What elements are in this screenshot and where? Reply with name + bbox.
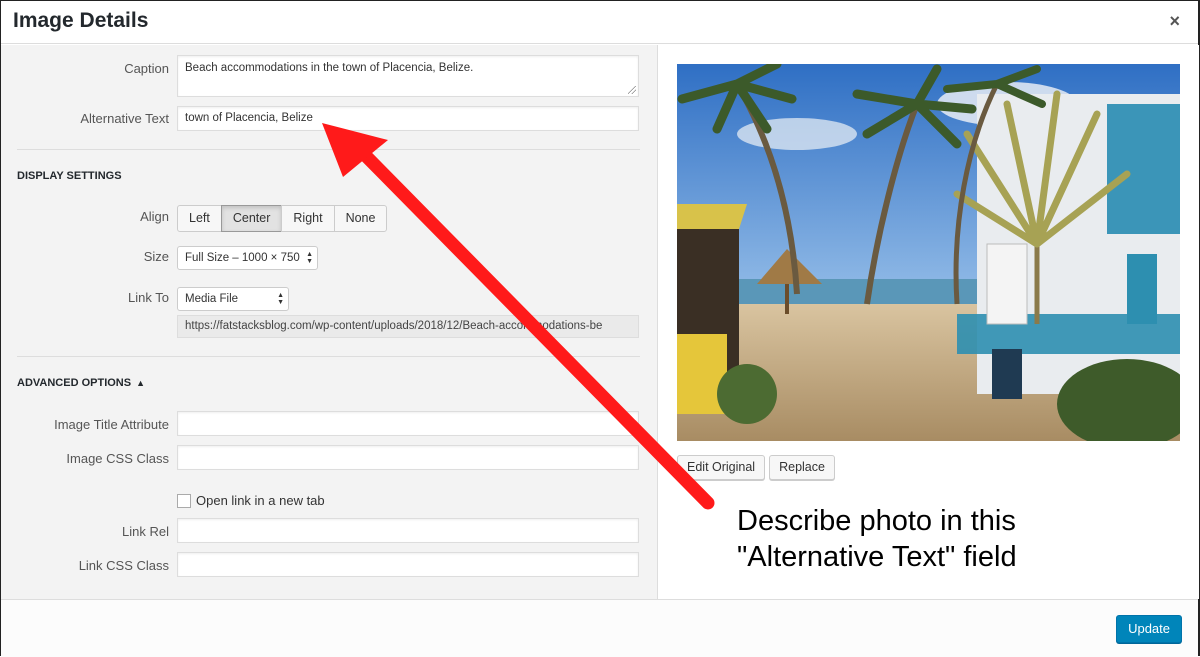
align-center-button[interactable]: Center bbox=[220, 205, 283, 232]
link-to-value: Media File bbox=[185, 293, 239, 305]
divider bbox=[17, 356, 640, 357]
divider bbox=[17, 149, 640, 150]
open-new-tab-checkbox[interactable] bbox=[177, 493, 191, 508]
edit-original-button[interactable]: Edit Original bbox=[677, 455, 766, 480]
align-left-button[interactable]: Left bbox=[177, 205, 222, 232]
image-title-attribute-label: Image Title Attribute bbox=[54, 417, 169, 432]
advanced-options-heading: ADVANCED OPTIONS bbox=[17, 377, 132, 389]
image-preview bbox=[677, 64, 1180, 441]
caption-value: Beach accommodations in the town of Plac… bbox=[185, 62, 474, 74]
alt-text-label: Alternative Text bbox=[80, 111, 169, 126]
annotation-text: Describe photo in this "Alternative Text… bbox=[737, 503, 1017, 575]
align-none-button[interactable]: None bbox=[333, 205, 388, 232]
link-rel-field[interactable] bbox=[177, 518, 639, 543]
open-new-tab-row: Open link in a new tab bbox=[177, 493, 325, 508]
image-actions: Edit Original Replace bbox=[677, 455, 835, 480]
size-label: Size bbox=[143, 249, 169, 264]
open-new-tab-label[interactable]: Open link in a new tab bbox=[196, 493, 325, 508]
link-url-field[interactable]: https://fatstacksblog.com/wp-content/upl… bbox=[177, 315, 639, 338]
link-url-value: https://fatstacksblog.com/wp-content/upl… bbox=[185, 320, 603, 332]
alt-text-value: town of Placencia, Belize bbox=[185, 112, 313, 124]
align-label: Align bbox=[140, 209, 169, 224]
beach-photo bbox=[677, 64, 1180, 441]
select-arrows-icon: ▲ ▼ bbox=[306, 251, 313, 265]
display-settings-heading: DISPLAY SETTINGS bbox=[17, 170, 122, 182]
settings-panel: Caption Beach accommodations in the town… bbox=[1, 45, 658, 599]
size-select[interactable]: Full Size – 1000 × 750 ▲ ▼ bbox=[177, 246, 318, 270]
image-css-class-label: Image CSS Class bbox=[66, 451, 169, 466]
update-button[interactable]: Update bbox=[1116, 615, 1182, 643]
replace-button[interactable]: Replace bbox=[769, 455, 835, 480]
align-right-button[interactable]: Right bbox=[281, 205, 335, 232]
link-to-select[interactable]: Media File ▲ ▼ bbox=[177, 287, 289, 311]
align-button-group: Left Center Right None bbox=[177, 205, 388, 232]
modal-header: Image Details × bbox=[1, 1, 1198, 44]
link-rel-label: Link Rel bbox=[122, 524, 169, 539]
annotation-line-2: "Alternative Text" field bbox=[737, 541, 1017, 573]
link-to-label: Link To bbox=[128, 290, 169, 305]
caption-field[interactable]: Beach accommodations in the town of Plac… bbox=[177, 55, 639, 97]
annotation-line-1: Describe photo in this bbox=[737, 505, 1016, 537]
size-value: Full Size – 1000 × 750 bbox=[185, 252, 300, 264]
advanced-options-toggle[interactable]: ADVANCED OPTIONS ▲ bbox=[17, 377, 145, 389]
image-details-modal: Image Details × Caption Beach accommodat… bbox=[0, 0, 1200, 657]
image-css-class-field[interactable] bbox=[177, 445, 639, 470]
triangle-up-icon: ▲ bbox=[136, 378, 146, 388]
image-title-attribute-field[interactable] bbox=[177, 411, 639, 436]
modal-footer: Update bbox=[1, 599, 1198, 657]
link-css-class-field[interactable] bbox=[177, 552, 639, 577]
select-arrows-icon: ▲ ▼ bbox=[277, 292, 284, 306]
modal-title: Image Details bbox=[13, 9, 149, 32]
alt-text-field[interactable]: town of Placencia, Belize bbox=[177, 106, 639, 131]
resize-grip-icon[interactable] bbox=[628, 86, 636, 94]
caption-label: Caption bbox=[124, 61, 169, 76]
link-css-class-label: Link CSS Class bbox=[78, 558, 169, 573]
close-icon[interactable]: × bbox=[1169, 11, 1180, 32]
